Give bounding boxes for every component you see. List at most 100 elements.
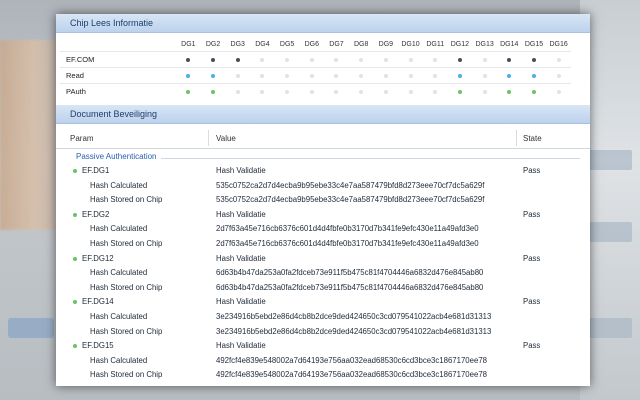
chip-cell [250,51,275,68]
chip-cell [348,51,374,68]
chip-column-header: DG13 [475,40,494,48]
chip-column-header: DG9 [378,40,394,48]
status-dot-icon [507,57,512,62]
chip-cell [324,51,349,68]
chip-cell [274,83,300,99]
empty-dot-icon [383,73,388,78]
status-dot-icon [531,89,536,94]
datagroup-row[interactable]: EF.DG15 Hash Validatie Pass [56,338,590,353]
datagroup-row[interactable]: EF.DG1 Hash Validatie Pass [56,163,590,178]
chip-cell [348,83,374,99]
chip-cell [546,51,571,68]
row-value: 6d63b4b47da253a0fa2fdceb73e911f5b475c81f… [216,268,484,278]
row-value: 2d7f63a45e716cb6376c601d4d4fbfe0b3170d7b… [216,224,479,234]
chip-cell [225,83,251,99]
status-dot-icon [507,89,512,94]
security-section-header: Document Beveiliging [56,105,590,124]
chip-cell [324,67,349,84]
hash-row[interactable]: Hash Calculated 492fcf4e839e548002a7d6419… [56,353,590,368]
chip-cell [373,51,399,68]
column-separator[interactable] [516,130,517,146]
hash-row[interactable]: Hash Stored on Chip 492fcf4e839e548002a7d… [56,367,590,382]
column-header-value[interactable]: Value [216,134,236,143]
chip-column-header: DG7 [329,40,344,48]
column-header-param[interactable]: Param [70,134,94,143]
chip-cell [521,51,547,68]
chip-cell [496,67,522,84]
group-label: Passive Authentication [76,152,161,161]
empty-dot-icon [359,57,364,62]
chip-column-header: DG3 [230,40,245,48]
hash-row[interactable]: Hash Calculated 535c0752ca2d7d4ecba9b95eb… [56,178,590,193]
chip-row-label: EF.COM [60,51,176,68]
chip-cell [447,67,473,84]
row-state: Pass [523,166,541,175]
empty-dot-icon [556,57,561,62]
hash-row[interactable]: Hash Stored on Chip 2d7f63a45e716cb6376c6… [56,236,590,251]
chip-cell [496,51,522,68]
chip-cell [472,67,497,84]
empty-dot-icon [309,57,314,62]
chip-cell [398,83,423,99]
chip-row: EF.COM [60,51,571,68]
hash-row[interactable]: Hash Calculated 6d63b4b47da253a0fa2fdceb7… [56,265,590,280]
document-window: Chip Lees Informatie DG1 DG2 DG3 DG4 DG5 DG6 D… [56,14,590,386]
chip-cell [496,83,522,99]
empty-dot-icon [334,89,339,94]
status-dot-icon [211,57,216,62]
group-passive-authentication[interactable]: Passive Authentication [56,152,590,163]
background-photo [0,40,56,230]
chip-cell [299,51,325,68]
row-value: 492fcf4e839e548002a7d64193e756aa032ead68… [216,370,487,380]
status-dot-icon [186,73,191,78]
chip-cell [200,83,226,99]
chip-column-header: DG2 [205,40,221,48]
background-tab [588,318,632,338]
status-dot-icon [457,57,462,62]
hash-row[interactable]: Hash Stored on Chip 3e234916b5ebd2e86d4cb… [56,324,590,339]
row-param: Hash Stored on Chip [90,282,163,292]
chip-cell [225,67,251,84]
row-param: EF.DG2 [82,209,110,219]
chip-row-label: PAuth [60,83,176,99]
datagroup-row[interactable]: EF.DG12 Hash Validatie Pass [56,251,590,266]
hash-row[interactable]: Hash Stored on Chip 6d63b4b47da253a0fa2fd… [56,280,590,295]
row-value: 535c0752ca2d7d4ecba9b95ebe33c4e7aa587479… [216,195,485,205]
empty-dot-icon [235,89,240,94]
chip-section-header: Chip Lees Informatie [56,14,590,33]
row-state: Pass [523,341,541,351]
empty-dot-icon [556,73,561,78]
row-param: Hash Calculated [90,311,148,321]
chip-column-header: DG10 [401,40,420,48]
chip-cell [422,51,448,68]
hash-row[interactable]: Hash Calculated 2d7f63a45e716cb6376c601d4… [56,221,590,236]
column-header-state[interactable]: State [523,134,542,143]
empty-dot-icon [433,57,438,62]
hash-row[interactable]: Hash Stored on Chip 535c0752ca2d7d4ecba9b… [56,192,590,207]
security-rows: EF.DG1 Hash Validatie Pass Hash Calculated 5… [56,163,590,382]
empty-dot-icon [285,89,290,94]
hash-row[interactable]: Hash Calculated 3e234916b5ebd2e86d4cb8b2d… [56,309,590,324]
chip-column-header: DG8 [353,40,369,48]
row-param: Hash Stored on Chip [90,370,163,380]
chip-cell [373,83,399,99]
chip-column-header: DG11 [426,40,445,48]
chip-grid-corner [60,37,176,52]
status-dot-icon [457,89,462,94]
chip-column-header: DG14 [500,40,519,48]
empty-dot-icon [260,57,265,62]
pass-bullet-icon [73,169,77,173]
empty-dot-icon [433,73,438,78]
datagroup-row[interactable]: EF.DG2 Hash Validatie Pass [56,207,590,222]
empty-dot-icon [334,73,339,78]
row-value: 492fcf4e839e548002a7d64193e756aa032ead68… [216,355,487,365]
chip-cell [398,67,423,84]
status-dot-icon [186,89,191,94]
datagroup-row[interactable]: EF.DG14 Hash Validatie Pass [56,294,590,309]
chip-row-label: Read [60,67,176,84]
chip-cell [398,51,423,68]
chip-column-header: DG15 [524,40,544,48]
chip-cell [299,67,325,84]
column-separator[interactable] [208,130,209,146]
empty-dot-icon [359,73,364,78]
